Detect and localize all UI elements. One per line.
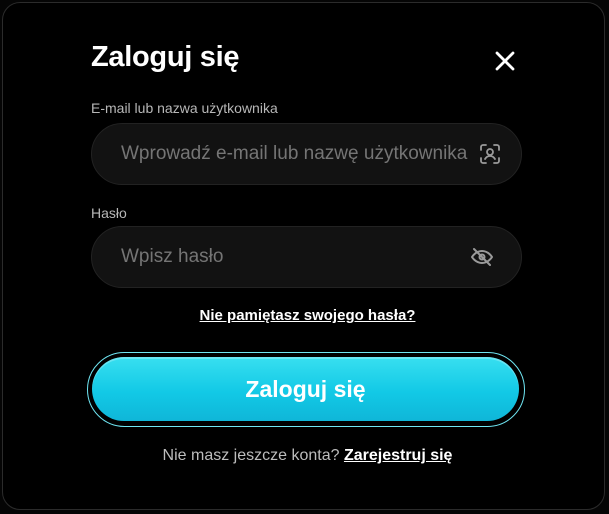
email-input[interactable] [121, 124, 481, 184]
register-prompt-line: Nie masz jeszcze konta? Zarejestruj się [3, 447, 609, 465]
email-field-container [91, 123, 522, 185]
modal-title: Zaloguj się [91, 41, 240, 73]
eye-off-icon[interactable] [470, 245, 494, 269]
close-icon[interactable] [491, 47, 519, 75]
register-link[interactable]: Zarejestruj się [344, 447, 453, 464]
login-modal: Zaloguj się E-mail lub nazwa użytkownika… [2, 2, 605, 510]
password-label: Hasło [91, 205, 127, 221]
close-button[interactable] [491, 47, 519, 75]
login-button[interactable]: Zaloguj się [92, 357, 519, 421]
password-field-container [91, 226, 522, 288]
login-button-outline: Zaloguj się [87, 352, 525, 427]
face-id-icon[interactable] [478, 142, 502, 166]
password-input[interactable] [121, 227, 481, 287]
email-label: E-mail lub nazwa użytkownika [91, 100, 278, 116]
register-prompt: Nie masz jeszcze konta? [162, 447, 340, 464]
forgot-password-link[interactable]: Nie pamiętasz swojego hasła? [3, 307, 609, 324]
